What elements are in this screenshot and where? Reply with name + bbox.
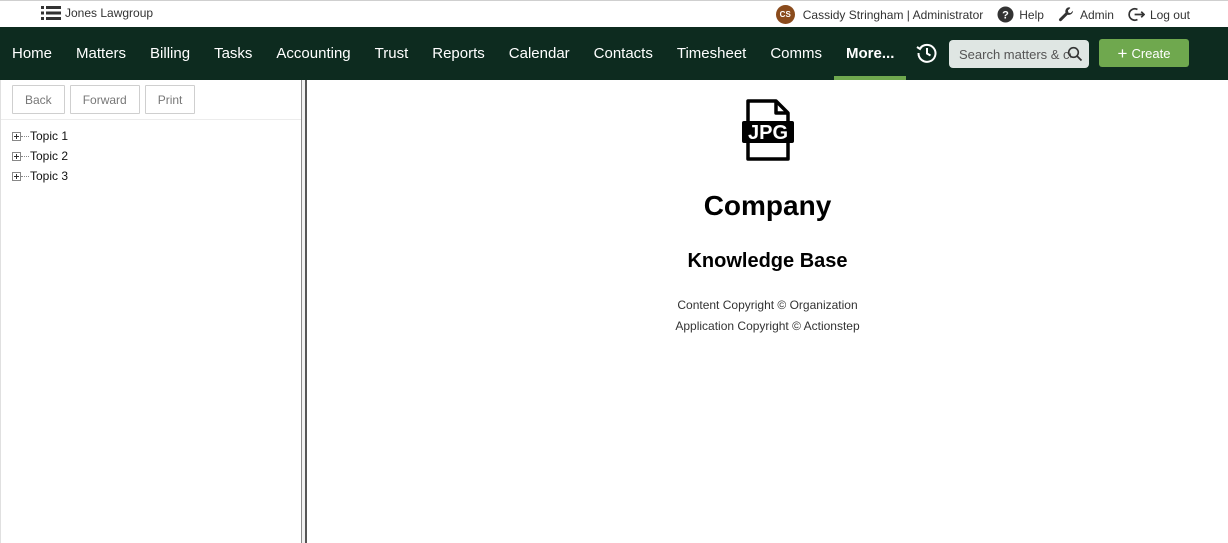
file-type-label: JPG bbox=[748, 122, 788, 144]
back-button[interactable]: Back bbox=[12, 85, 65, 114]
content-copyright: Content Copyright © Organization bbox=[677, 298, 858, 312]
svg-text:?: ? bbox=[1002, 10, 1009, 22]
nav-item-timesheet[interactable]: Timesheet bbox=[665, 27, 758, 80]
kb-content: JPG Company Knowledge Base Content Copyr… bbox=[307, 80, 1228, 543]
tree-item-label: Topic 2 bbox=[30, 149, 69, 163]
print-button[interactable]: Print bbox=[144, 85, 196, 114]
nav-item-billing[interactable]: Billing bbox=[138, 27, 202, 80]
tree-item-topic-3[interactable]: Topic 3 bbox=[12, 166, 301, 186]
kb-toolbar: Back Forward Print bbox=[1, 80, 301, 120]
org-switcher[interactable]: Jones Lawgroup bbox=[41, 6, 153, 20]
plus-icon: + bbox=[1117, 43, 1128, 63]
nav-item-accounting[interactable]: Accounting bbox=[264, 27, 362, 80]
page-subtitle: Knowledge Base bbox=[687, 250, 848, 272]
jpg-file-icon: JPG bbox=[742, 99, 794, 161]
history-icon[interactable] bbox=[915, 41, 939, 65]
nav-item-home[interactable]: Home bbox=[0, 27, 64, 80]
tree-connector bbox=[21, 155, 29, 157]
nav-item-matters[interactable]: Matters bbox=[64, 27, 138, 80]
list-icon bbox=[41, 6, 61, 20]
nav-item-more[interactable]: More... bbox=[834, 27, 907, 80]
main-nav: Home Matters Billing Tasks Accounting Tr… bbox=[0, 27, 1228, 80]
wrench-icon bbox=[1058, 6, 1075, 23]
org-name: Jones Lawgroup bbox=[65, 6, 154, 20]
logout-label: Log out bbox=[1149, 7, 1190, 22]
tree-connector bbox=[21, 175, 29, 177]
forward-button[interactable]: Forward bbox=[69, 85, 140, 114]
expand-icon[interactable] bbox=[12, 151, 21, 161]
tree-item-label: Topic 1 bbox=[30, 129, 69, 143]
nav-item-reports[interactable]: Reports bbox=[420, 27, 497, 80]
nav-item-comms[interactable]: Comms bbox=[758, 27, 834, 80]
application-copyright: Application Copyright © Actionstep bbox=[675, 319, 860, 333]
tree-item-topic-1[interactable]: Topic 1 bbox=[12, 126, 301, 146]
tree-item-topic-2[interactable]: Topic 2 bbox=[12, 146, 301, 166]
tree-connector bbox=[21, 135, 29, 137]
expand-icon[interactable] bbox=[12, 131, 21, 141]
help-icon: ? bbox=[997, 6, 1014, 23]
expand-icon[interactable] bbox=[12, 171, 21, 181]
avatar[interactable]: CS bbox=[775, 5, 795, 24]
nav-item-contacts[interactable]: Contacts bbox=[582, 27, 665, 80]
top-utility-bar: Jones Lawgroup CS Cassidy Stringham | Ad… bbox=[0, 0, 1228, 27]
nav-item-tasks[interactable]: Tasks bbox=[202, 27, 264, 80]
tree-item-label: Topic 3 bbox=[30, 169, 69, 183]
search-input[interactable] bbox=[959, 46, 1071, 62]
logout-link[interactable]: Log out bbox=[1128, 6, 1190, 23]
help-link[interactable]: ? Help bbox=[997, 6, 1044, 23]
nav-item-calendar[interactable]: Calendar bbox=[497, 27, 582, 80]
search-box bbox=[949, 40, 1089, 68]
page-title: Company bbox=[703, 190, 832, 221]
create-label: Create bbox=[1131, 45, 1171, 61]
nav-items: Home Matters Billing Tasks Accounting Tr… bbox=[0, 27, 907, 80]
logout-icon bbox=[1128, 6, 1145, 23]
topic-tree: Topic 1 Topic 2 Topic 3 bbox=[1, 120, 301, 186]
admin-link[interactable]: Admin bbox=[1058, 6, 1114, 23]
search-icon[interactable] bbox=[1067, 46, 1083, 62]
admin-label: Admin bbox=[1079, 7, 1114, 22]
user-name-label[interactable]: Cassidy Stringham | Administrator bbox=[803, 8, 984, 22]
create-button[interactable]: + Create bbox=[1099, 39, 1189, 67]
help-label: Help bbox=[1019, 7, 1044, 22]
topic-pane: Back Forward Print Topic 1 Topic 2 Topic… bbox=[0, 80, 301, 543]
nav-item-trust[interactable]: Trust bbox=[363, 27, 421, 80]
